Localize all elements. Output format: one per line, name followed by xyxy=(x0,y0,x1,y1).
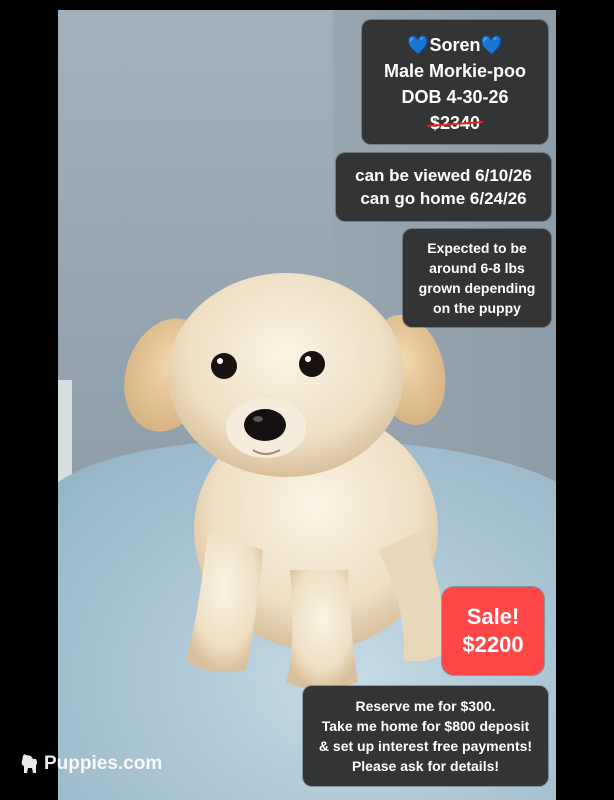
size-line-1: Expected to be xyxy=(427,240,527,256)
old-price: $2340 xyxy=(430,110,480,136)
breed-label: Male Morkie-poo xyxy=(383,61,526,81)
go-home-date: can go home 6/24/26 xyxy=(360,189,527,208)
viewing-date: can be viewed 6/10/26 xyxy=(355,166,532,185)
sale-label: Sale! xyxy=(466,604,520,629)
dog-silhouette-icon xyxy=(21,754,37,773)
puppy-name: 💙Soren💙 xyxy=(407,35,503,55)
puppies-watermark: Puppies.com xyxy=(20,753,162,775)
reserve-card: Reserve me for $300. Take me home for $8… xyxy=(303,686,548,786)
size-line-2: around 6-8 lbs xyxy=(429,260,525,276)
sale-price: $2200 xyxy=(462,632,524,657)
reserve-line-2: Take me home for $800 deposit xyxy=(321,718,530,734)
reserve-line-3: & set up interest free payments! xyxy=(318,738,533,754)
dates-card: can be viewed 6/10/26 can go home 6/24/2… xyxy=(336,153,551,221)
reserve-line-4: Please ask for details! xyxy=(351,758,500,774)
size-line-3: grown depending xyxy=(418,280,536,296)
size-line-4: on the puppy xyxy=(433,300,521,316)
dob-label: DOB 4-30-26 xyxy=(401,87,509,107)
reserve-line-1: Reserve me for $300. xyxy=(355,698,496,714)
sale-badge: Sale! $2200 xyxy=(442,587,544,675)
info-card: 💙Soren💙 Male Morkie-poo DOB 4-30-26 $234… xyxy=(362,20,548,144)
size-card: Expected to be around 6-8 lbs grown depe… xyxy=(403,229,551,327)
watermark-text: Puppies.com xyxy=(44,753,163,774)
